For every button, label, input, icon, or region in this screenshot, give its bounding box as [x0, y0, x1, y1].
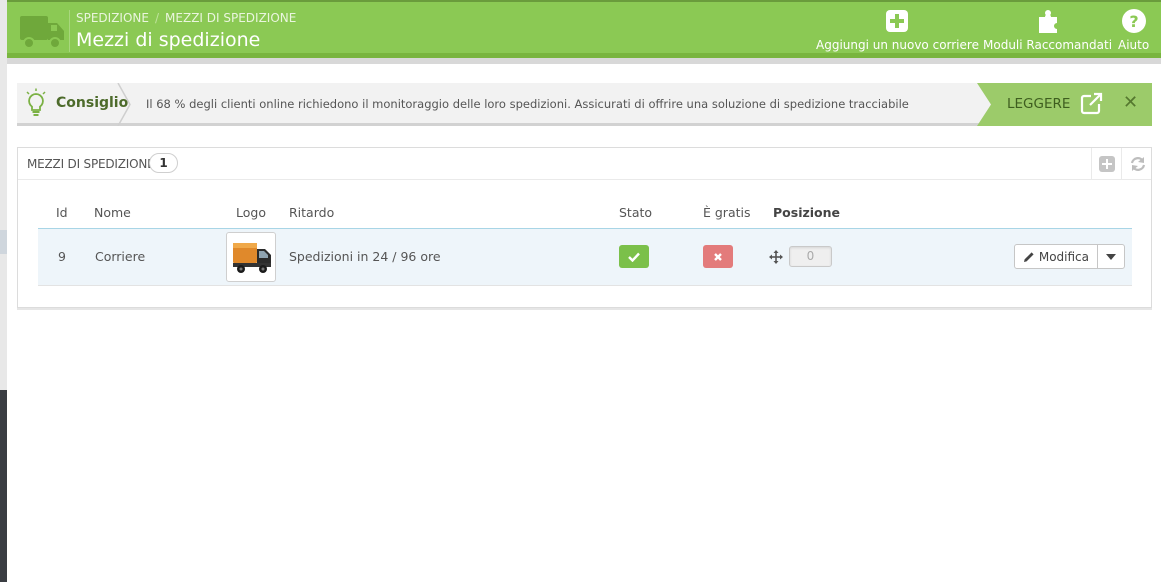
page-header: SPEDIZIONE / MEZZI DI SPEDIZIONE Mezzi di …: [7, 0, 1161, 58]
cell-actions: Modifica: [969, 228, 1132, 286]
column-header-delay[interactable]: Ritardo: [289, 198, 619, 229]
position-field[interactable]: 0: [789, 246, 832, 267]
cell-position: 0: [769, 228, 969, 286]
breadcrumb-separator: /: [154, 11, 160, 25]
panel-title: MEZZI DI SPEDIZIONE: [27, 157, 155, 171]
breadcrumb-item-spedizione[interactable]: SPEDIZIONE: [76, 11, 149, 25]
column-header-free[interactable]: È gratis: [695, 198, 769, 229]
cell-id: 9: [38, 228, 94, 286]
add-carrier-button[interactable]: Aggiungi un nuovo corriere: [816, 8, 979, 52]
carriers-panel: MEZZI DI SPEDIZIONE 1 Id Nome Logo Ritar…: [17, 147, 1152, 308]
row-actions-group: Modifica: [1013, 244, 1125, 269]
left-sidebar-strip: [0, 0, 7, 582]
column-header-actions: [969, 198, 1132, 229]
caret-down-icon: [1106, 253, 1116, 260]
breadcrumb-item-mezzi[interactable]: MEZZI DI SPEDIZIONE: [165, 11, 296, 25]
check-icon: [628, 252, 640, 262]
add-new-button[interactable]: [1091, 148, 1121, 180]
help-button[interactable]: ? Aiuto: [1118, 8, 1149, 52]
close-tip-icon[interactable]: ✕: [1123, 92, 1138, 113]
table-row[interactable]: 9 Corriere Spedizioni in 24 / 96 ore 0 M…: [38, 228, 1132, 286]
edit-label: Modifica: [1038, 249, 1089, 264]
tip-text: Il 68 % degli clienti online richiedono …: [146, 97, 909, 111]
help-circle-icon: ?: [1121, 9, 1146, 33]
status-enabled-toggle[interactable]: [619, 245, 649, 268]
count-badge: 1: [149, 153, 178, 173]
shipping-truck-icon: [17, 10, 67, 52]
carriers-table: Id Nome Logo Ritardo Stato È gratis Posi…: [38, 198, 1132, 286]
more-actions-dropdown[interactable]: [1097, 245, 1124, 268]
header-shadow: [7, 58, 1161, 64]
breadcrumb: SPEDIZIONE / MEZZI DI SPEDIZIONE: [76, 11, 296, 25]
header-divider: [69, 10, 70, 52]
recommended-modules-button[interactable]: Moduli Raccomandati: [983, 8, 1112, 52]
sidebar-dark-area: [0, 390, 7, 582]
puzzle-icon: [1038, 10, 1057, 33]
recommended-modules-label: Moduli Raccomandati: [983, 38, 1113, 52]
tip-chevron-divider: [117, 83, 131, 126]
refresh-button[interactable]: [1121, 148, 1151, 180]
column-header-position[interactable]: Posizione: [769, 198, 969, 229]
page-title: Mezzi di spedizione: [76, 29, 261, 51]
add-icon: [1099, 156, 1115, 172]
help-label: Aiuto: [1118, 38, 1150, 52]
read-more-label: LEGGERE: [1007, 96, 1071, 112]
add-carrier-label: Aggiungi un nuovo corriere: [816, 38, 979, 52]
column-header-id[interactable]: Id: [38, 198, 94, 229]
table-header-row: Id Nome Logo Ritardo Stato È gratis Posi…: [38, 198, 1132, 229]
external-link-icon: [1080, 92, 1103, 115]
edit-button[interactable]: Modifica: [1015, 245, 1097, 268]
column-header-name[interactable]: Nome: [94, 198, 226, 229]
panel-heading: MEZZI DI SPEDIZIONE 1: [18, 148, 1151, 180]
tip-banner: Consiglio Il 68 % degli clienti online r…: [17, 83, 1152, 126]
sidebar-active-marker: [0, 230, 7, 254]
cell-delay: Spedizioni in 24 / 96 ore: [289, 228, 619, 286]
column-header-status[interactable]: Stato: [619, 198, 695, 229]
lightbulb-icon: [26, 88, 46, 116]
cell-free: [695, 228, 769, 286]
cell-name: Corriere: [94, 228, 226, 286]
drag-move-icon[interactable]: [769, 249, 783, 264]
svg-text:?: ?: [1129, 12, 1138, 31]
plus-square-icon: [886, 10, 909, 32]
truck-icon: [233, 242, 271, 273]
refresh-icon: [1130, 157, 1146, 171]
cell-status: [619, 228, 695, 286]
cross-icon: [714, 252, 722, 261]
cell-logo: [226, 228, 289, 286]
carrier-logo: [226, 231, 276, 282]
free-shipping-toggle[interactable]: [703, 245, 733, 268]
read-more-button[interactable]: LEGGERE ✕: [977, 83, 1152, 126]
column-header-logo: Logo: [226, 198, 289, 229]
pencil-icon: [1023, 251, 1034, 262]
